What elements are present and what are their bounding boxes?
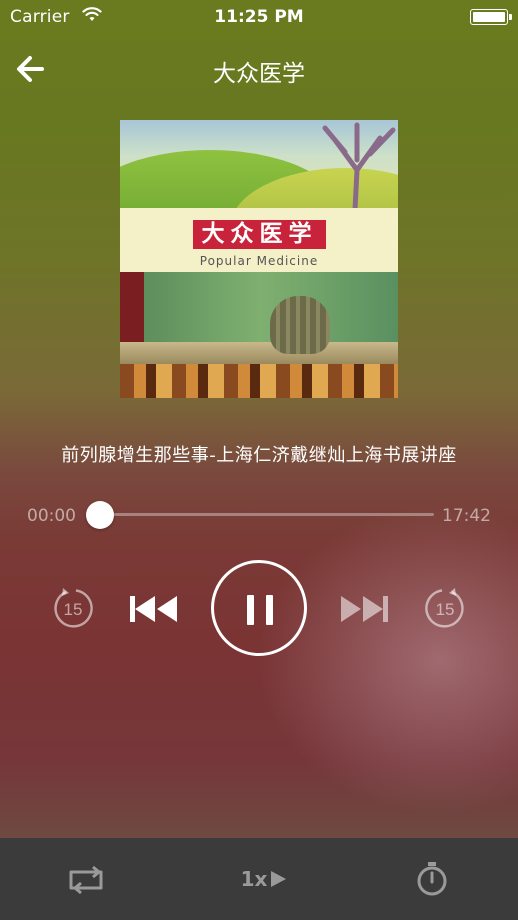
album-cover: 大众医学 Popular Medicine [120,120,398,398]
play-triangle-icon [271,871,287,887]
stopwatch-icon [417,862,447,896]
next-track-button[interactable] [338,590,390,628]
skip-back-button[interactable]: 15 [50,585,96,631]
skip-forward-button[interactable]: 15 [422,585,468,631]
progress-track[interactable] [96,513,434,516]
repeat-icon [69,865,103,894]
skip-back-label: 15 [64,600,83,619]
cover-strip [120,364,398,398]
cover-logo: 大众医学 [193,220,326,249]
elapsed-time: 00:00 [27,506,76,526]
sleep-timer-button[interactable] [402,838,462,920]
next-track-icon [341,596,388,622]
previous-track-icon [130,596,177,622]
cover-logo-subtitle: Popular Medicine [199,254,319,268]
rewind-15-icon: 15 [54,588,93,628]
battery-full-icon [470,9,512,25]
progress-thumb[interactable] [86,501,114,529]
track-title: 前列腺增生那些事-上海仁济戴继灿上海书展讲座 [61,445,457,466]
forward-15-icon: 15 [425,588,464,628]
bottom-toolbar: 1x [0,838,518,920]
skip-forward-label: 15 [436,600,455,619]
cover-tree [322,122,396,210]
page-title: 大众医学 [213,61,305,87]
previous-track-button[interactable] [128,590,180,628]
status-bar: Carrier 11:25 PM [0,0,518,34]
repeat-button[interactable] [56,838,116,920]
cover-pot [270,296,330,354]
playback-speed-button[interactable]: 1x [229,838,299,920]
pause-button[interactable] [211,560,307,656]
playback-speed-label: 1x [240,867,268,891]
cover-floor [120,342,398,364]
total-duration: 17:42 [442,506,491,526]
nav-bar: 大众医学 [0,34,518,104]
clock: 11:25 PM [214,7,304,27]
